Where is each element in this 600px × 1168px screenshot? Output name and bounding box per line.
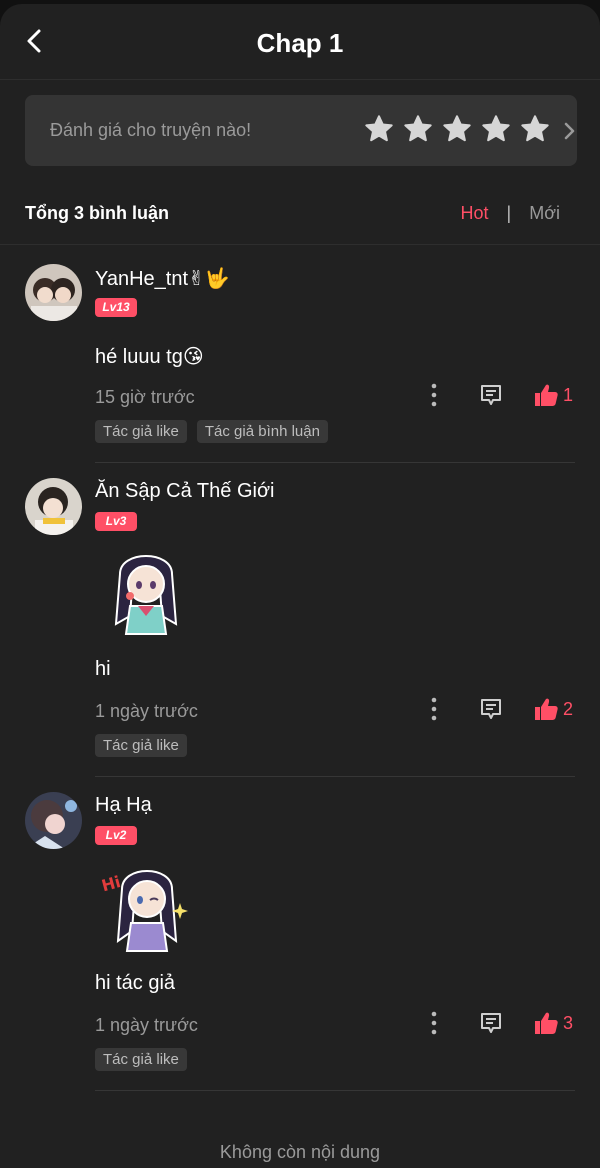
tag-list: Tác giả like Tác giả bình luận: [95, 420, 328, 443]
comments-sheet: Chap 1 Đánh giá cho truyện nào! Tổng 3 b…: [0, 4, 600, 1168]
comment-text: hé luuu tg😘: [95, 346, 204, 368]
anime-girl-hi-sticker: Hi: [100, 870, 188, 952]
end-of-content: Không còn nội dung: [219, 1142, 381, 1162]
rating-prompt: Đánh giá cho truyện nào!: [50, 120, 252, 140]
sort-tabs: Hot | Mới: [461, 203, 561, 224]
comment-divider: [95, 776, 575, 777]
more-options-icon[interactable]: [426, 381, 442, 409]
comment-total: Tổng 3 bình luận: [25, 203, 169, 223]
thumbs-up-icon: [535, 698, 558, 720]
like-count: 1: [563, 384, 574, 405]
comment-author[interactable]: Ăn Sập Cả Thế Giới: [95, 480, 275, 503]
star-icon[interactable]: [480, 113, 512, 145]
sort-separator: |: [506, 203, 512, 223]
comment-time: 1 ngày trước: [95, 701, 198, 721]
sort-hot-tab[interactable]: Hot: [461, 203, 489, 224]
anime-girl-sticker: [114, 555, 178, 635]
rating-stars: [363, 113, 551, 145]
comment-author[interactable]: Hạ Hạ: [95, 794, 152, 817]
chevron-right-icon: [564, 122, 575, 140]
comment-divider: [95, 462, 575, 463]
more-options-icon[interactable]: [426, 1009, 442, 1037]
like-button[interactable]: 1: [533, 382, 573, 408]
thumbs-up-icon: [535, 384, 558, 406]
more-options-icon[interactable]: [426, 695, 442, 723]
sort-new-tab[interactable]: Mới: [529, 203, 560, 224]
star-icon[interactable]: [363, 113, 395, 145]
avatar[interactable]: [25, 478, 82, 535]
tag-author-like: Tác giả like: [95, 1048, 187, 1071]
reply-icon[interactable]: [478, 696, 504, 722]
comment-text: hi: [95, 658, 111, 680]
header: Chap 1: [0, 4, 600, 80]
comment-divider: [95, 1090, 575, 1091]
star-icon[interactable]: [441, 113, 473, 145]
tag-author-comment: Tác giả bình luận: [196, 420, 328, 443]
page-title: Chap 1: [256, 28, 344, 58]
comment-time: 15 giờ trước: [95, 387, 195, 407]
level-badge: Lv2: [95, 826, 137, 845]
level-badge: Lv13: [95, 298, 137, 317]
comment-text: hi tác giả: [95, 972, 176, 994]
level-badge: Lv3: [95, 512, 137, 531]
sticker-hi-text: Hi: [100, 872, 123, 895]
like-button[interactable]: 3: [533, 1010, 573, 1036]
comment-author[interactable]: YanHe_tnt✌🤟: [95, 266, 230, 291]
tag-author-like: Tác giả like: [95, 734, 187, 757]
like-count: 3: [563, 1012, 574, 1033]
reply-icon[interactable]: [478, 1010, 504, 1036]
avatar[interactable]: [25, 264, 82, 321]
star-icon[interactable]: [402, 113, 434, 145]
tag-list: Tác giả like: [95, 734, 187, 757]
reply-icon[interactable]: [478, 382, 504, 408]
list-divider: [0, 244, 600, 245]
avatar[interactable]: [25, 792, 82, 849]
star-icon[interactable]: [519, 113, 551, 145]
rating-bar[interactable]: Đánh giá cho truyện nào!: [25, 95, 577, 166]
tag-author-like: Tác giả like: [95, 420, 187, 443]
thumbs-up-icon: [535, 1012, 558, 1034]
like-count: 2: [563, 698, 574, 719]
comment-time: 1 ngày trước: [95, 1015, 198, 1035]
like-button[interactable]: 2: [533, 696, 573, 722]
tag-list: Tác giả like: [95, 1048, 187, 1071]
